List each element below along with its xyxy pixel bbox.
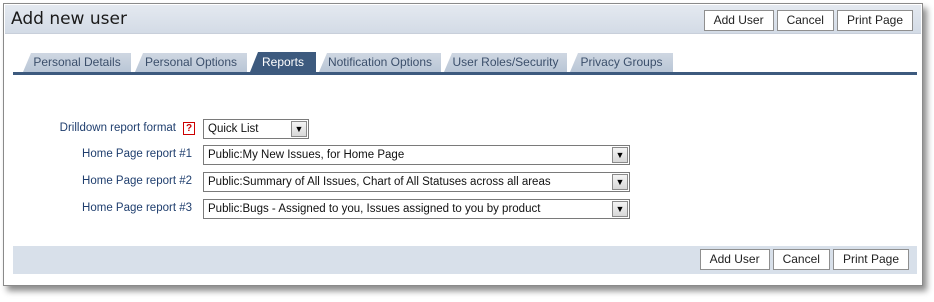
home-report-1-label: Home Page report #1 — [82, 148, 192, 160]
tab-privacy-groups[interactable]: Privacy Groups — [570, 53, 673, 72]
footer-button-group: Add User Cancel Print Page — [699, 249, 909, 270]
print-page-button[interactable]: Print Page — [836, 10, 913, 31]
cancel-button[interactable]: Cancel — [776, 10, 834, 31]
drilldown-format-label: Drilldown report format — [59, 122, 176, 134]
home-report-1-select[interactable]: Public:My New Issues, for Home Page ▼ — [203, 145, 630, 165]
drilldown-format-value: Quick List — [208, 123, 259, 135]
help-question-icon[interactable]: ? — [183, 122, 195, 135]
chevron-down-icon[interactable]: ▼ — [291, 121, 307, 137]
tab-personal-details[interactable]: Personal Details — [23, 53, 131, 72]
chevron-down-icon[interactable]: ▼ — [612, 174, 628, 190]
add-user-button[interactable]: Add User — [699, 249, 770, 270]
print-page-button[interactable]: Print Page — [832, 249, 909, 270]
home-report-3-row: Home Page report #3 Public:Bugs - Assign… — [4, 199, 924, 219]
drilldown-format-select[interactable]: Quick List ▼ — [203, 119, 309, 139]
tab-personal-options[interactable]: Personal Options — [135, 53, 247, 72]
page-footer: Add User Cancel Print Page — [13, 246, 917, 274]
home-report-2-select[interactable]: Public:Summary of All Issues, Chart of A… — [203, 172, 630, 192]
cancel-button[interactable]: Cancel — [772, 249, 830, 270]
tab-bar: Personal Details Personal Options Report… — [13, 51, 917, 75]
drilldown-format-row: Drilldown report format ? Quick List ▼ — [4, 119, 924, 139]
tab-user-roles-security[interactable]: User Roles/Security — [444, 53, 567, 72]
page-header: Add new user Add User Cancel Print Page — [5, 5, 921, 34]
home-report-1-value: Public:My New Issues, for Home Page — [208, 149, 405, 161]
home-report-1-row: Home Page report #1 Public:My New Issues… — [4, 145, 924, 165]
home-report-2-label: Home Page report #2 — [82, 175, 192, 187]
header-button-group: Add User Cancel Print Page — [703, 10, 913, 31]
window-frame: Add new user Add User Cancel Print Page … — [3, 3, 923, 286]
page-title: Add new user — [11, 9, 127, 29]
home-report-3-value: Public:Bugs - Assigned to you, Issues as… — [208, 203, 541, 215]
chevron-down-icon[interactable]: ▼ — [612, 201, 628, 217]
home-report-2-row: Home Page report #2 Public:Summary of Al… — [4, 172, 924, 192]
home-report-2-value: Public:Summary of All Issues, Chart of A… — [208, 176, 551, 188]
tab-notification-options[interactable]: Notification Options — [319, 53, 441, 72]
tab-reports[interactable]: Reports — [250, 52, 316, 72]
chevron-down-icon[interactable]: ▼ — [612, 147, 628, 163]
home-report-3-select[interactable]: Public:Bugs - Assigned to you, Issues as… — [203, 199, 630, 219]
home-report-3-label: Home Page report #3 — [82, 202, 192, 214]
add-user-button[interactable]: Add User — [703, 10, 774, 31]
